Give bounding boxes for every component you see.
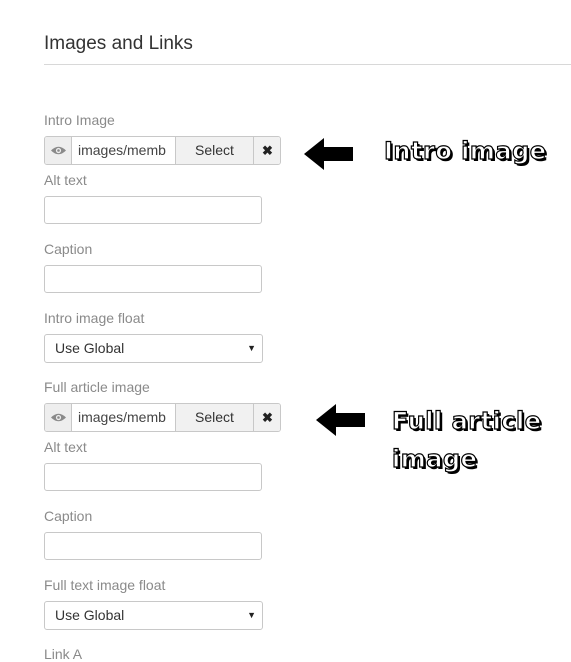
- intro-alt-text-input[interactable]: [44, 196, 262, 224]
- full-image-clear-button[interactable]: ✖: [253, 404, 280, 431]
- full-image-label: Full article image: [44, 379, 150, 395]
- full-image-path[interactable]: images/memb: [73, 404, 175, 431]
- intro-caption-input[interactable]: [44, 265, 262, 293]
- intro-float-select[interactable]: Use Global ▼: [44, 334, 263, 363]
- close-icon: ✖: [262, 143, 273, 158]
- arrow-left-icon: [316, 404, 365, 436]
- intro-image-preview-button[interactable]: [45, 137, 72, 164]
- full-float-value: Use Global: [55, 607, 125, 623]
- close-icon: ✖: [262, 410, 273, 425]
- full-float-label: Full text image float: [44, 577, 166, 593]
- intro-image-label: Intro Image: [44, 112, 115, 128]
- full-image-note-line2: image: [391, 444, 478, 473]
- full-image-preview-button[interactable]: [45, 404, 72, 431]
- intro-image-clear-button[interactable]: ✖: [253, 137, 280, 164]
- intro-caption-label: Caption: [44, 241, 93, 257]
- intro-image-note: Intro image: [383, 136, 547, 165]
- eye-icon: [51, 413, 66, 422]
- full-alt-text-label: Alt text: [44, 439, 87, 455]
- divider: [44, 64, 571, 65]
- full-caption-label: Caption: [44, 508, 93, 524]
- full-image-note-line1: Full article: [391, 406, 542, 435]
- full-float-select[interactable]: Use Global ▼: [44, 601, 263, 630]
- link-a-label: Link A: [44, 646, 83, 662]
- intro-image-select-button[interactable]: Select: [175, 137, 253, 164]
- caret-down-icon: ▼: [247, 610, 256, 620]
- full-image-field: images/memb Select ✖: [44, 403, 281, 432]
- caret-down-icon: ▼: [247, 343, 256, 353]
- section-title: Images and Links: [44, 33, 193, 54]
- intro-float-label: Intro image float: [44, 310, 145, 326]
- arrow-left-icon: [304, 138, 353, 170]
- intro-float-value: Use Global: [55, 340, 125, 356]
- full-caption-input[interactable]: [44, 532, 262, 560]
- intro-image-field: images/memb Select ✖: [44, 136, 281, 165]
- full-image-select-button[interactable]: Select: [175, 404, 253, 431]
- eye-icon: [51, 146, 66, 155]
- intro-alt-text-label: Alt text: [44, 172, 87, 188]
- intro-image-path[interactable]: images/memb: [73, 137, 175, 164]
- full-alt-text-input[interactable]: [44, 463, 262, 491]
